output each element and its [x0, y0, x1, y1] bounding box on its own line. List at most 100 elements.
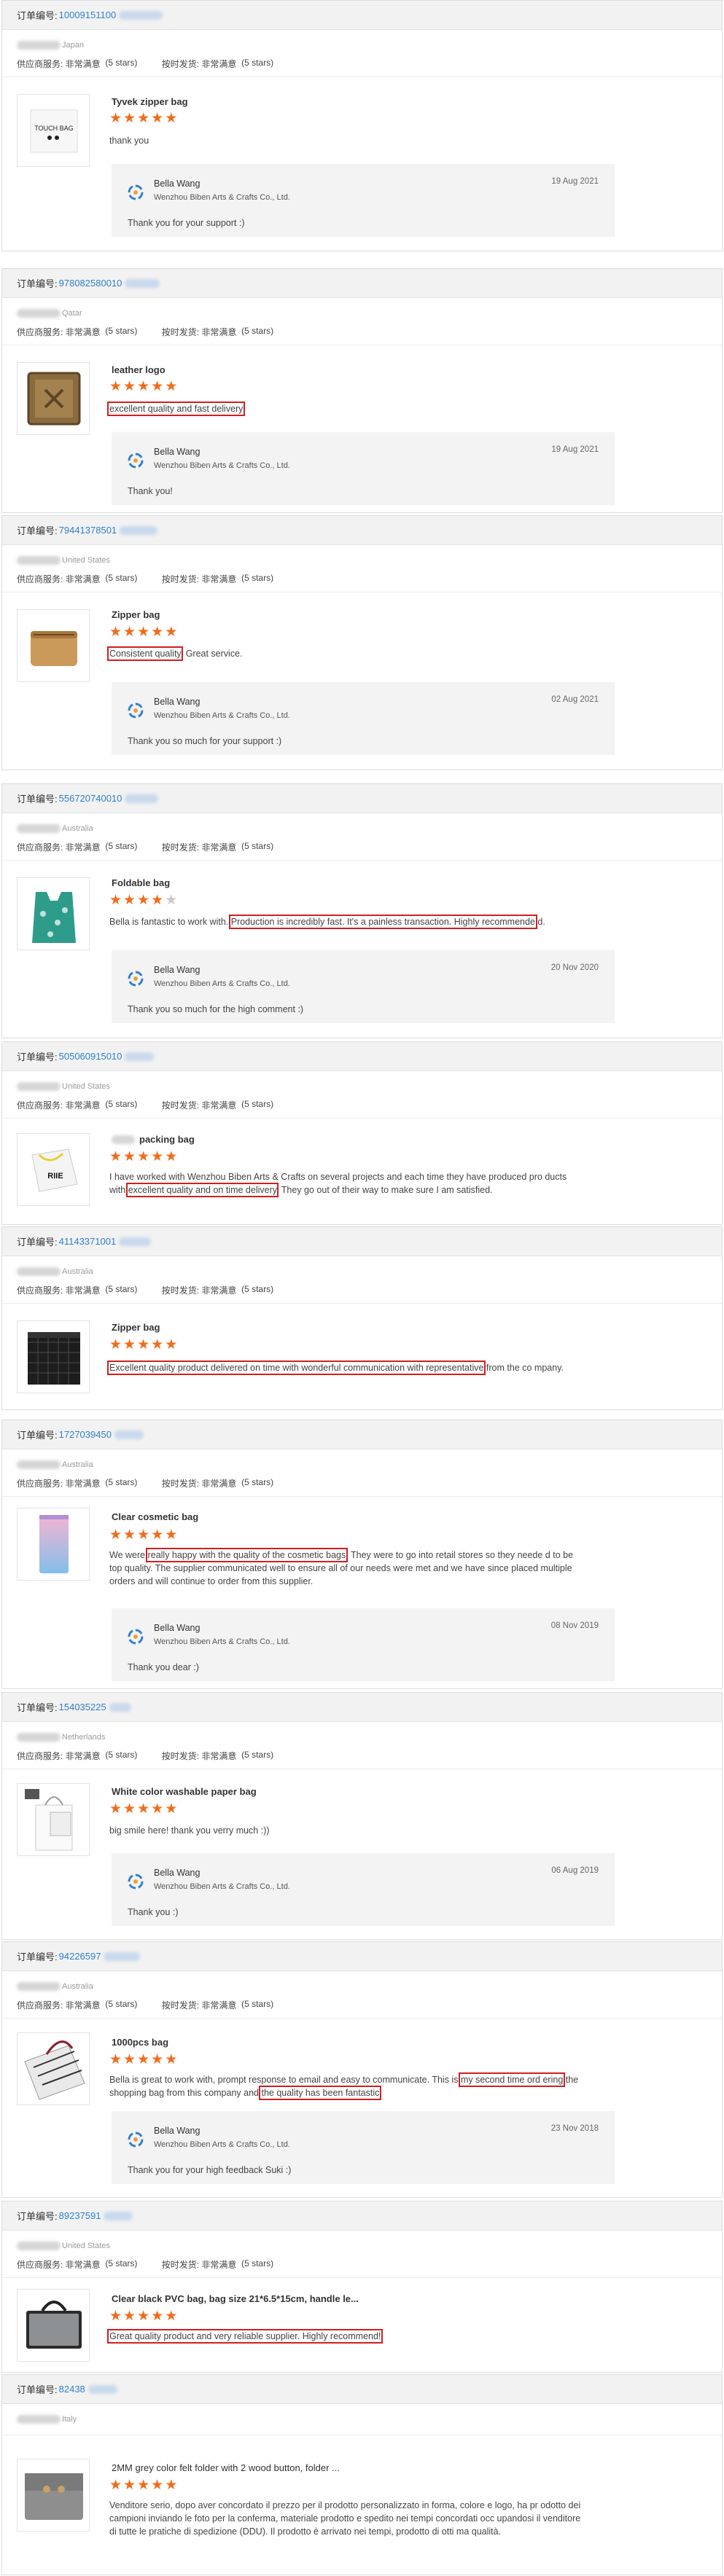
order-header: 订单编号: 41143371001 [2, 1227, 722, 1256]
review-text: I have worked with Wenzhou Biben Arts & … [109, 1170, 583, 1197]
ratings-line: 供应商服务: 非常满意 (5 stars) 按时发货: 非常满意 (5 star… [17, 1477, 274, 1489]
product-title[interactable]: Foldable bag [112, 877, 170, 888]
review-fragment: Bella is great to work with, prompt resp… [109, 2075, 461, 2085]
review-card: 订单编号: 556720740010 Australia 供应商服务: 非常满意… [1, 783, 723, 1038]
review-text: Venditore serio, dopo aver concordato il… [109, 2499, 583, 2538]
product-title[interactable]: 2MM grey color felt folder with 2 wood b… [112, 2462, 340, 2473]
buyer-country: Japan [17, 40, 84, 50]
star-icon: ★ [123, 625, 136, 640]
product-thumbnail[interactable] [17, 2459, 90, 2532]
product-thumbnail[interactable] [17, 1783, 90, 1856]
product-thumbnail[interactable]: RIIE [17, 1133, 90, 1206]
order-number-link[interactable]: 978082580010 [59, 278, 122, 289]
reply-author: Bella Wang [154, 2126, 201, 2136]
review-text: big smile here! thank you verry much :)) [109, 1824, 583, 1837]
reply-author: Bella Wang [154, 1623, 201, 1633]
buyer-country: Netherlands [17, 1732, 105, 1742]
order-header: 订单编号: 154035225 [2, 1693, 722, 1722]
review-card: 订单编号: 978082580010 Qatar 供应商服务: 非常满意 (5 … [1, 268, 723, 513]
divider [2, 2277, 722, 2278]
order-number-link[interactable]: 556720740010 [59, 793, 122, 804]
product-title[interactable]: 1000pcs bag [112, 2037, 168, 2048]
product-thumbnail[interactable] [17, 362, 90, 435]
product-thumbnail[interactable] [17, 877, 90, 950]
order-number-link[interactable]: 41143371001 [59, 1236, 117, 1247]
star-icon: ★ [151, 1801, 164, 1817]
reply-date: 08 Nov 2019 [550, 1621, 599, 1630]
order-number-link[interactable]: 10009151100 [59, 9, 117, 20]
star-icon: ★ [165, 2478, 178, 2493]
review-fragment: big smile here! thank you verry much :)) [109, 1825, 270, 1836]
highlighted-phrase: Consistent quality [107, 646, 183, 661]
product-title[interactable]: Zipper bag [112, 1322, 160, 1333]
highlighted-phrase: Production is incredibly fast. It's a pa… [228, 915, 537, 929]
supplier-reply: Bella Wang Wenzhou Biben Arts & Crafts C… [112, 164, 615, 237]
divider [2, 1118, 722, 1119]
highlighted-phrase: my second time ord ering [458, 2072, 566, 2087]
star-icon: ★ [151, 2052, 164, 2067]
reply-company: Wenzhou Biben Arts & Crafts Co., Ltd. [154, 979, 290, 988]
highlighted-phrase: really happy with the quality of the cos… [145, 1548, 349, 1562]
highlighted-phrase: Excellent quality product delivered on t… [106, 1361, 486, 1375]
buyer-country: Italy [17, 2414, 77, 2424]
product-thumbnail[interactable] [17, 2032, 90, 2105]
order-header: 订单编号: 94226597 [2, 1942, 722, 1971]
company-logo-icon [128, 1874, 144, 1890]
product-title[interactable]: Clear black PVC bag, bag size 21*6.5*15c… [112, 2293, 359, 2304]
order-number-link[interactable]: 1727039450 [59, 1429, 112, 1440]
product-thumbnail[interactable] [17, 1508, 90, 1581]
reply-date: 19 Aug 2021 [551, 445, 599, 454]
star-icon: ★ [165, 2309, 178, 2324]
redacted-text [109, 1702, 131, 1712]
redacted-text [125, 794, 159, 803]
product-thumbnail[interactable] [17, 2289, 90, 2362]
star-icon: ★ [137, 2309, 150, 2324]
star-icon: ★ [151, 1149, 164, 1164]
product-thumbnail[interactable] [17, 609, 90, 682]
product-title[interactable]: Tyvek zipper bag [112, 96, 188, 107]
order-number-link[interactable]: 154035225 [59, 1702, 106, 1712]
product-title[interactable]: Zipper bag [112, 609, 160, 620]
reply-date: 19 Aug 2021 [551, 177, 599, 186]
product-title[interactable]: White color washable paper bag [112, 1786, 257, 1797]
review-text: thank you [109, 134, 583, 147]
star-icon: ★ [109, 893, 122, 908]
order-number-link[interactable]: 89237591 [59, 2210, 101, 2221]
company-logo-icon [128, 1629, 144, 1645]
order-number-link[interactable]: 79441378501 [59, 525, 117, 536]
supplier-reply: Bella Wang Wenzhou Biben Arts & Crafts C… [112, 2111, 615, 2184]
order-number-link[interactable]: 505060915010 [59, 1051, 122, 1062]
redacted-text [125, 278, 160, 288]
ratings-line: 供应商服务: 非常满意 (5 stars) 按时发货: 非常满意 (5 star… [17, 573, 274, 584]
reply-date: 06 Aug 2019 [551, 1866, 599, 1875]
star-icon: ★ [165, 625, 178, 640]
reply-company: Wenzhou Biben Arts & Crafts Co., Ltd. [154, 1637, 290, 1646]
review-fragment: Venditore serio, dopo aver concordato il… [109, 2500, 581, 2537]
star-icon: ★ [151, 625, 164, 640]
star-icon: ★ [151, 1527, 164, 1543]
reply-text: Thank you so much for the high comment :… [128, 1004, 304, 1014]
reply-text: Thank you dear :) [128, 1662, 199, 1672]
buyer-country: Australia [17, 1981, 93, 1992]
order-header: 订单编号: 505060915010 [2, 1042, 722, 1071]
product-title[interactable]: Clear cosmetic bag [112, 1511, 198, 1522]
review-text: Great quality product and very reliable … [106, 2329, 583, 2344]
company-logo-icon [128, 702, 144, 719]
review-card: 订单编号: 154035225 Netherlands 供应商服务: 非常满意 … [1, 1692, 723, 1940]
product-thumbnail[interactable]: TOUCH BAG [17, 94, 90, 167]
product-thumbnail[interactable] [17, 1320, 90, 1393]
star-icon: ★ [109, 1801, 122, 1817]
review-text: Consistent quality. Great service. [107, 646, 583, 661]
supplier-reply: Bella Wang Wenzhou Biben Arts & Crafts C… [112, 682, 615, 755]
order-number-link[interactable]: 94226597 [59, 1951, 101, 1962]
product-title[interactable]: leather logo [112, 364, 166, 375]
star-icon: ★ [123, 2309, 136, 2324]
reply-text: Thank you so much for your support :) [128, 736, 282, 746]
star-icon: ★ [165, 111, 178, 126]
product-title[interactable]: packing bag [112, 1134, 195, 1145]
order-header: 订单编号: 1727039450 [2, 1420, 722, 1449]
order-number-link[interactable]: 82438 [59, 2384, 85, 2395]
ratings-line: 供应商服务: 非常满意 (5 stars) 按时发货: 非常满意 (5 star… [17, 1999, 274, 2011]
star-icon: ★ [109, 1337, 122, 1352]
ratings-line: 供应商服务: 非常满意 (5 stars) 按时发货: 非常满意 (5 star… [17, 58, 274, 69]
